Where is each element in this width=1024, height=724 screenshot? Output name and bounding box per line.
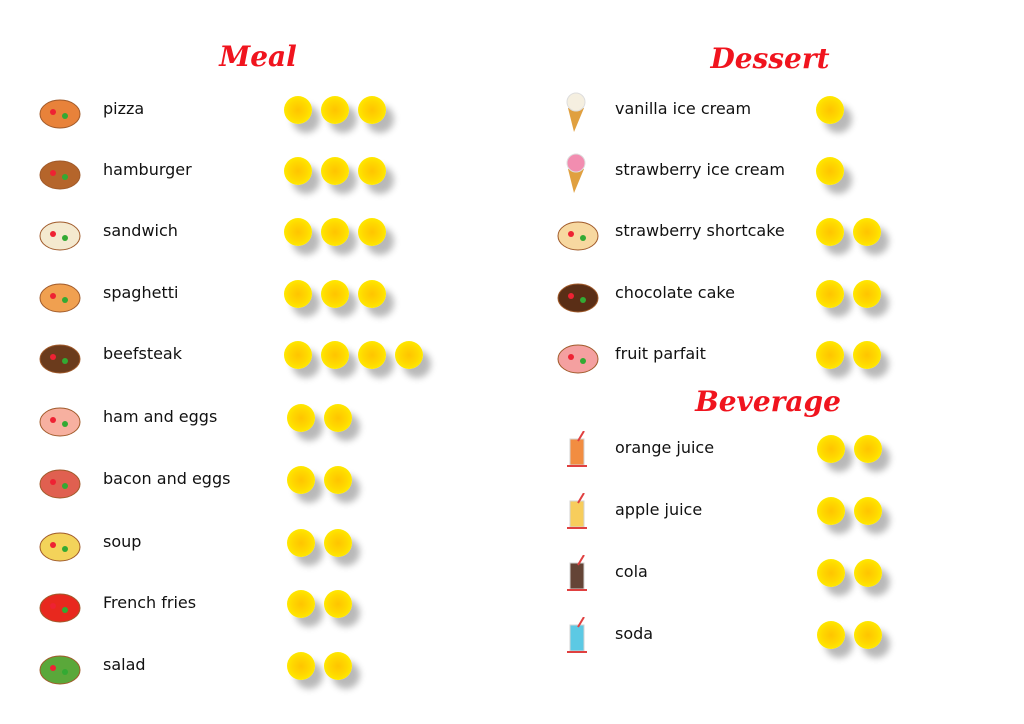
price-coin xyxy=(358,280,386,308)
price-coin xyxy=(816,96,844,124)
price-coin xyxy=(358,218,386,246)
price-coin xyxy=(817,435,845,463)
price-coin xyxy=(287,404,315,432)
price-coin xyxy=(284,280,312,308)
menu-item-name: hamburger xyxy=(103,160,192,179)
price-coin xyxy=(395,341,423,369)
menu-item-name: bacon and eggs xyxy=(103,469,231,488)
price-coin xyxy=(321,96,349,124)
meal-title: Meal xyxy=(219,40,297,73)
bacon-and-eggs-icon xyxy=(38,462,82,499)
price-coin xyxy=(321,280,349,308)
menu-item-name: vanilla ice cream xyxy=(615,99,752,118)
price-coin xyxy=(816,157,844,185)
menu-item-name: pizza xyxy=(103,99,145,118)
price-coin xyxy=(854,559,882,587)
price-coin xyxy=(324,529,352,557)
menu-item-name: soup xyxy=(103,532,142,551)
price-coin xyxy=(817,559,845,587)
price-coin xyxy=(287,529,315,557)
price-coin xyxy=(284,157,312,185)
price-coin xyxy=(324,652,352,680)
menu-item-name: ham and eggs xyxy=(103,407,218,426)
price-coin xyxy=(284,96,312,124)
price-coin xyxy=(287,590,315,618)
price-coin xyxy=(284,218,312,246)
menu-item-name: orange juice xyxy=(615,438,715,457)
price-coin xyxy=(324,466,352,494)
chocolate-cake-icon xyxy=(556,276,600,313)
price-coin xyxy=(321,341,349,369)
ham-and-eggs-icon xyxy=(38,400,82,437)
vanilla-ice-cream-icon xyxy=(556,92,600,132)
menu-item-name: sandwich xyxy=(103,221,178,240)
strawberry-shortcake-icon xyxy=(556,214,600,251)
price-coin xyxy=(854,497,882,525)
orange-juice-icon xyxy=(556,430,600,467)
price-coin xyxy=(287,466,315,494)
price-coin xyxy=(817,621,845,649)
apple-juice-icon xyxy=(556,492,600,529)
price-coin xyxy=(816,280,844,308)
hamburger-icon xyxy=(38,153,82,190)
menu-item-name: beefsteak xyxy=(103,344,182,363)
price-coin xyxy=(358,157,386,185)
sandwich-icon xyxy=(38,214,82,251)
price-coin xyxy=(853,341,881,369)
price-coin xyxy=(853,280,881,308)
menu-item-name: fruit parfait xyxy=(615,344,706,363)
menu-item-name: salad xyxy=(103,655,146,674)
price-coin xyxy=(358,341,386,369)
price-coin xyxy=(324,404,352,432)
dessert-title: Dessert xyxy=(710,42,830,75)
soup-icon xyxy=(38,525,82,562)
fruit-parfait-icon xyxy=(556,337,600,374)
menu-item-name: strawberry shortcake xyxy=(615,221,785,240)
price-coin xyxy=(284,341,312,369)
french-fries-icon xyxy=(38,586,82,623)
price-coin xyxy=(321,157,349,185)
menu-item-name: spaghetti xyxy=(103,283,179,302)
pizza-icon xyxy=(38,92,82,129)
menu-item-name: strawberry ice cream xyxy=(615,160,785,179)
price-coin xyxy=(816,341,844,369)
salad-icon xyxy=(38,648,82,685)
menu-item-name: cola xyxy=(615,562,648,581)
price-coin xyxy=(817,497,845,525)
menu-item-name: apple juice xyxy=(615,500,703,519)
menu-item-name: chocolate cake xyxy=(615,283,735,302)
price-coin xyxy=(854,435,882,463)
menu-item-name: soda xyxy=(615,624,654,643)
strawberry-ice-cream-icon xyxy=(556,153,600,193)
cola-icon xyxy=(556,554,600,591)
price-coin xyxy=(358,96,386,124)
price-coin xyxy=(321,218,349,246)
menu-item-name: French fries xyxy=(103,593,197,612)
price-coin xyxy=(853,218,881,246)
soda-icon xyxy=(556,616,600,653)
spaghetti-icon xyxy=(38,276,82,313)
beverage-title: Beverage xyxy=(695,385,841,418)
price-coin xyxy=(854,621,882,649)
price-coin xyxy=(324,590,352,618)
price-coin xyxy=(816,218,844,246)
price-coin xyxy=(287,652,315,680)
beefsteak-icon xyxy=(38,337,82,374)
